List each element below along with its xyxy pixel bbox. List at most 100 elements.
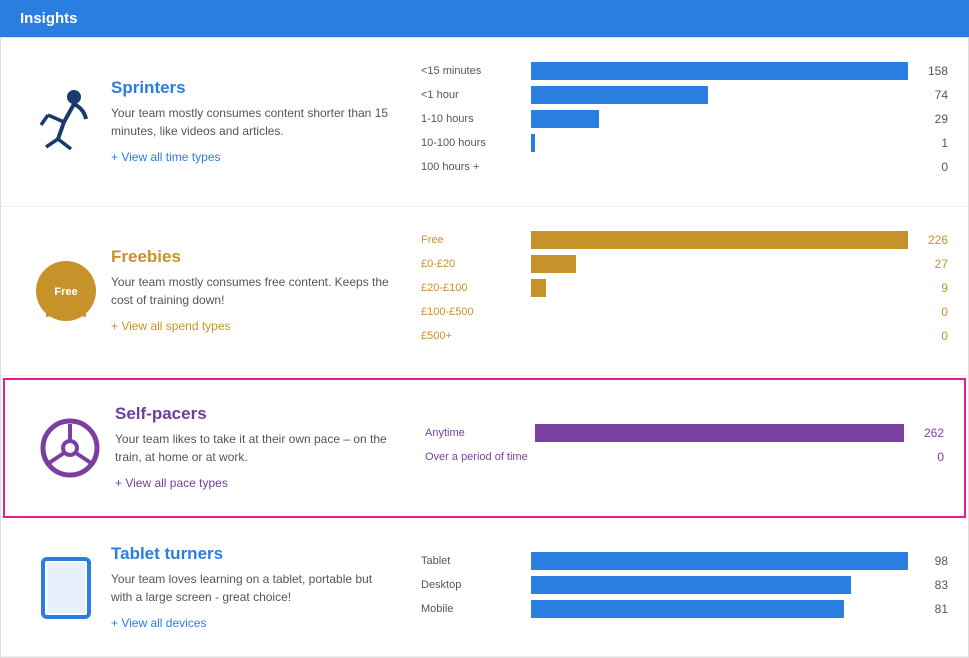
bar-fill bbox=[535, 424, 904, 442]
bar-label: £100-£500 bbox=[421, 306, 531, 318]
self-pacers-title: Self-pacers bbox=[115, 404, 395, 424]
freebies-row: Free Freebies Your team mostly consumes … bbox=[1, 207, 968, 376]
page-header: Insights bbox=[0, 0, 969, 37]
bar-label: Mobile bbox=[421, 603, 531, 615]
bar-value: 83 bbox=[918, 578, 948, 592]
tablet-turners-info: Tablet turners Your team loves learning … bbox=[111, 544, 411, 632]
bar-fill bbox=[531, 576, 851, 594]
bar-row: <1 hour 74 bbox=[421, 86, 948, 104]
bar-track bbox=[531, 303, 908, 321]
tablet-turners-bars: Tablet 98 Desktop 83 Mobile 81 bbox=[411, 552, 948, 624]
freebies-link[interactable]: + View all spend types bbox=[111, 319, 231, 333]
sprinters-link[interactable]: + View all time types bbox=[111, 150, 221, 164]
bar-track bbox=[531, 327, 908, 345]
self-pacers-description: Your team likes to take it at their own … bbox=[115, 430, 395, 466]
tablet-turners-link[interactable]: + View all devices bbox=[111, 616, 207, 630]
bar-track bbox=[531, 62, 908, 80]
bar-track bbox=[531, 134, 908, 152]
bar-row: <15 minutes 158 bbox=[421, 62, 948, 80]
bar-row: 100 hours + 0 bbox=[421, 158, 948, 176]
bar-label: <15 minutes bbox=[421, 65, 531, 77]
free-badge-svg: Free bbox=[36, 261, 96, 321]
tablet-turners-row: Tablet turners Your team loves learning … bbox=[1, 520, 968, 657]
sprinters-info: Sprinters Your team mostly consumes cont… bbox=[111, 78, 411, 166]
bar-value: 158 bbox=[918, 64, 948, 78]
bar-track bbox=[531, 110, 908, 128]
bar-value: 0 bbox=[914, 450, 944, 464]
insights-content: Sprinters Your team mostly consumes cont… bbox=[0, 37, 969, 658]
bar-fill bbox=[531, 110, 599, 128]
bar-row: Free 226 bbox=[421, 231, 948, 249]
freebies-info: Freebies Your team mostly consumes free … bbox=[111, 247, 411, 335]
bar-track bbox=[531, 231, 908, 249]
svg-text:Free: Free bbox=[54, 286, 77, 298]
bar-value: 226 bbox=[918, 233, 948, 247]
bar-value: 29 bbox=[918, 112, 948, 126]
bar-track bbox=[531, 86, 908, 104]
bar-label: Desktop bbox=[421, 579, 531, 591]
bar-label: 1-10 hours bbox=[421, 113, 531, 125]
bar-fill bbox=[531, 552, 908, 570]
bar-fill bbox=[531, 231, 908, 249]
bar-fill bbox=[531, 600, 844, 618]
sprinters-row: Sprinters Your team mostly consumes cont… bbox=[1, 38, 968, 207]
bar-value: 27 bbox=[918, 257, 948, 271]
bar-value: 0 bbox=[918, 305, 948, 319]
sprinter-icon bbox=[36, 87, 96, 157]
bar-row: £100-£500 0 bbox=[421, 303, 948, 321]
bar-fill bbox=[531, 62, 908, 80]
bar-row: Anytime 262 bbox=[425, 424, 944, 442]
bar-track bbox=[531, 552, 908, 570]
bar-track bbox=[535, 424, 904, 442]
bar-row: 1-10 hours 29 bbox=[421, 110, 948, 128]
bar-row: Mobile 81 bbox=[421, 600, 948, 618]
bar-value: 262 bbox=[914, 426, 944, 440]
bar-row: £0-£20 27 bbox=[421, 255, 948, 273]
freebies-title: Freebies bbox=[111, 247, 391, 267]
sprinters-description: Your team mostly consumes content shorte… bbox=[111, 104, 391, 140]
bar-track bbox=[535, 448, 904, 466]
bar-value: 98 bbox=[918, 554, 948, 568]
self-pacers-bars: Anytime 262 Over a period of time 0 bbox=[415, 424, 944, 472]
self-pacers-row: Self-pacers Your team likes to take it a… bbox=[3, 378, 966, 518]
bar-track bbox=[531, 158, 908, 176]
tablet-icon bbox=[41, 557, 91, 619]
self-pacers-info: Self-pacers Your team likes to take it a… bbox=[115, 404, 415, 492]
bar-row: 10-100 hours 1 bbox=[421, 134, 948, 152]
bar-fill bbox=[531, 255, 576, 273]
bar-value: 81 bbox=[918, 602, 948, 616]
bar-label: Anytime bbox=[425, 427, 535, 439]
tablet-turners-icon-area bbox=[21, 557, 111, 619]
bar-fill bbox=[531, 279, 546, 297]
bar-label: £20-£100 bbox=[421, 282, 531, 294]
header-title: Insights bbox=[20, 10, 78, 27]
sprinters-bars: <15 minutes 158 <1 hour 74 1-10 hours 29 bbox=[411, 62, 948, 182]
bar-row: Over a period of time 0 bbox=[425, 448, 944, 466]
bar-fill bbox=[531, 86, 708, 104]
bar-label: £500+ bbox=[421, 330, 531, 342]
bar-track bbox=[531, 279, 908, 297]
bar-value: 0 bbox=[918, 160, 948, 174]
bar-row: Desktop 83 bbox=[421, 576, 948, 594]
freebies-bars: Free 226 £0-£20 27 £20-£100 9 bbox=[411, 231, 948, 351]
bar-value: 74 bbox=[918, 88, 948, 102]
bar-label: Tablet bbox=[421, 555, 531, 567]
steering-wheel-icon bbox=[40, 418, 100, 478]
bar-value: 9 bbox=[918, 281, 948, 295]
bar-label: 100 hours + bbox=[421, 161, 531, 173]
bar-value: 0 bbox=[918, 329, 948, 343]
bar-label: £0-£20 bbox=[421, 258, 531, 270]
self-pacers-icon-area bbox=[25, 418, 115, 478]
self-pacers-link[interactable]: + View all pace types bbox=[115, 476, 228, 490]
bar-row: £500+ 0 bbox=[421, 327, 948, 345]
bar-fill bbox=[531, 134, 535, 152]
bar-row: Tablet 98 bbox=[421, 552, 948, 570]
bar-label: Free bbox=[421, 234, 531, 246]
bar-track bbox=[531, 255, 908, 273]
bar-row: £20-£100 9 bbox=[421, 279, 948, 297]
sprinters-icon-area bbox=[21, 87, 111, 157]
sprinters-title: Sprinters bbox=[111, 78, 391, 98]
bar-track bbox=[531, 600, 908, 618]
tablet-screen bbox=[47, 563, 85, 613]
bar-label: <1 hour bbox=[421, 89, 531, 101]
